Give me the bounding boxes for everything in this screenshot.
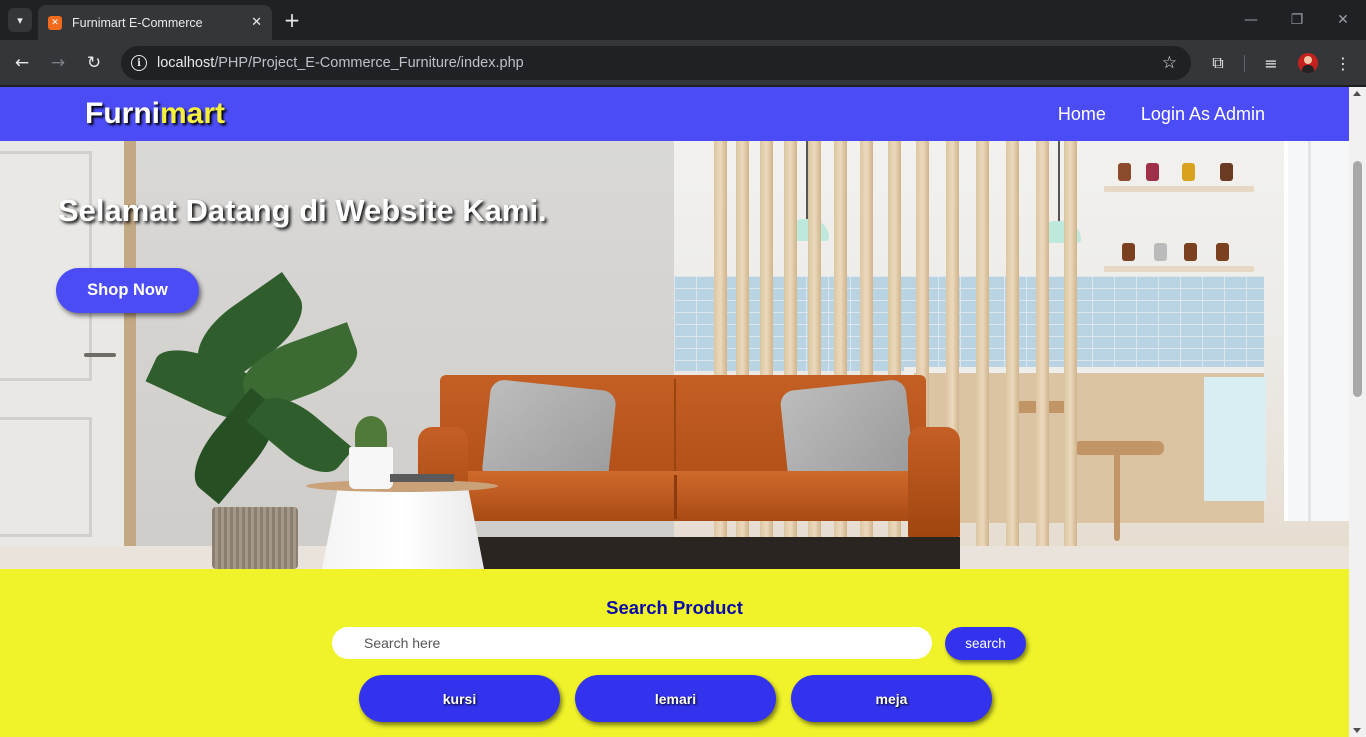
browser-toolbar: ← → ↻ i localhost/PHP/Project_E-Commerce… [0, 40, 1366, 86]
browser-tabbar: ▾ ✕ Furnimart E-Commerce ✕ + — ❐ ✕ [0, 0, 1366, 40]
extensions-icon[interactable]: ⧉ [1206, 51, 1230, 75]
forward-icon[interactable]: → [46, 51, 70, 75]
new-tab-icon[interactable]: + [282, 8, 302, 32]
shop-now-button[interactable]: Shop Now [56, 268, 199, 313]
toolbar-separator [1244, 55, 1245, 72]
url-host: localhost [157, 55, 215, 71]
address-bar[interactable]: i localhost/PHP/Project_E-Commerce_Furni… [121, 46, 1191, 80]
page-scrollbar[interactable] [1349, 87, 1366, 737]
site-info-icon[interactable]: i [131, 55, 147, 71]
tab-title: Furnimart E-Commerce [72, 15, 203, 30]
hero-title: Selamat Datang di Website Kami. [58, 193, 547, 228]
url-text[interactable]: localhost/PHP/Project_E-Commerce_Furnitu… [157, 55, 1162, 71]
profile-avatar[interactable] [1298, 53, 1318, 73]
reload-icon[interactable]: ↻ [82, 51, 106, 75]
url-path: /PHP/Project_E-Commerce_Furniture/index.… [214, 55, 524, 71]
favicon-icon: ✕ [48, 15, 62, 30]
search-title: Search Product [606, 597, 743, 618]
back-icon[interactable]: ← [10, 51, 34, 75]
page: Furnimart Home Login As Admin Selamat Da… [0, 87, 1349, 737]
category-lemari-button[interactable]: lemari [575, 675, 776, 722]
window-controls: — ❐ ✕ [1228, 0, 1366, 40]
browser-tab[interactable]: ✕ Furnimart E-Commerce ✕ [38, 5, 272, 40]
minimize-icon[interactable]: — [1228, 0, 1274, 40]
scroll-thumb[interactable] [1353, 161, 1362, 397]
nav-links: Home Login As Admin [1058, 104, 1265, 125]
close-icon[interactable]: ✕ [251, 15, 262, 30]
site-navbar: Furnimart Home Login As Admin [0, 87, 1349, 141]
search-button[interactable]: search [945, 627, 1026, 660]
logo-text-main: Furni [85, 97, 160, 130]
bookmark-star-icon[interactable]: ☆ [1162, 53, 1177, 73]
category-meja-button[interactable]: meja [791, 675, 992, 722]
nav-home-link[interactable]: Home [1058, 104, 1106, 125]
category-kursi-button[interactable]: kursi [359, 675, 560, 722]
hero-banner: Selamat Datang di Website Kami. Shop Now [0, 141, 1349, 569]
search-input[interactable] [332, 627, 932, 659]
menu-icon[interactable]: ⋮ [1331, 51, 1355, 75]
window-close-icon[interactable]: ✕ [1320, 0, 1366, 40]
restore-icon[interactable]: ❐ [1274, 0, 1320, 40]
scroll-up-icon[interactable] [1353, 91, 1361, 96]
logo-text-accent: mart [160, 97, 226, 130]
tab-search-icon[interactable]: ▾ [8, 8, 32, 32]
media-controls-icon[interactable]: ≡ [1259, 51, 1283, 75]
site-logo[interactable]: Furnimart [85, 97, 225, 131]
page-viewport: Furnimart Home Login As Admin Selamat Da… [0, 87, 1366, 737]
search-section: Search Product search kursi lemari meja [0, 569, 1349, 737]
nav-login-admin-link[interactable]: Login As Admin [1141, 104, 1265, 125]
scroll-down-icon[interactable] [1353, 728, 1361, 733]
